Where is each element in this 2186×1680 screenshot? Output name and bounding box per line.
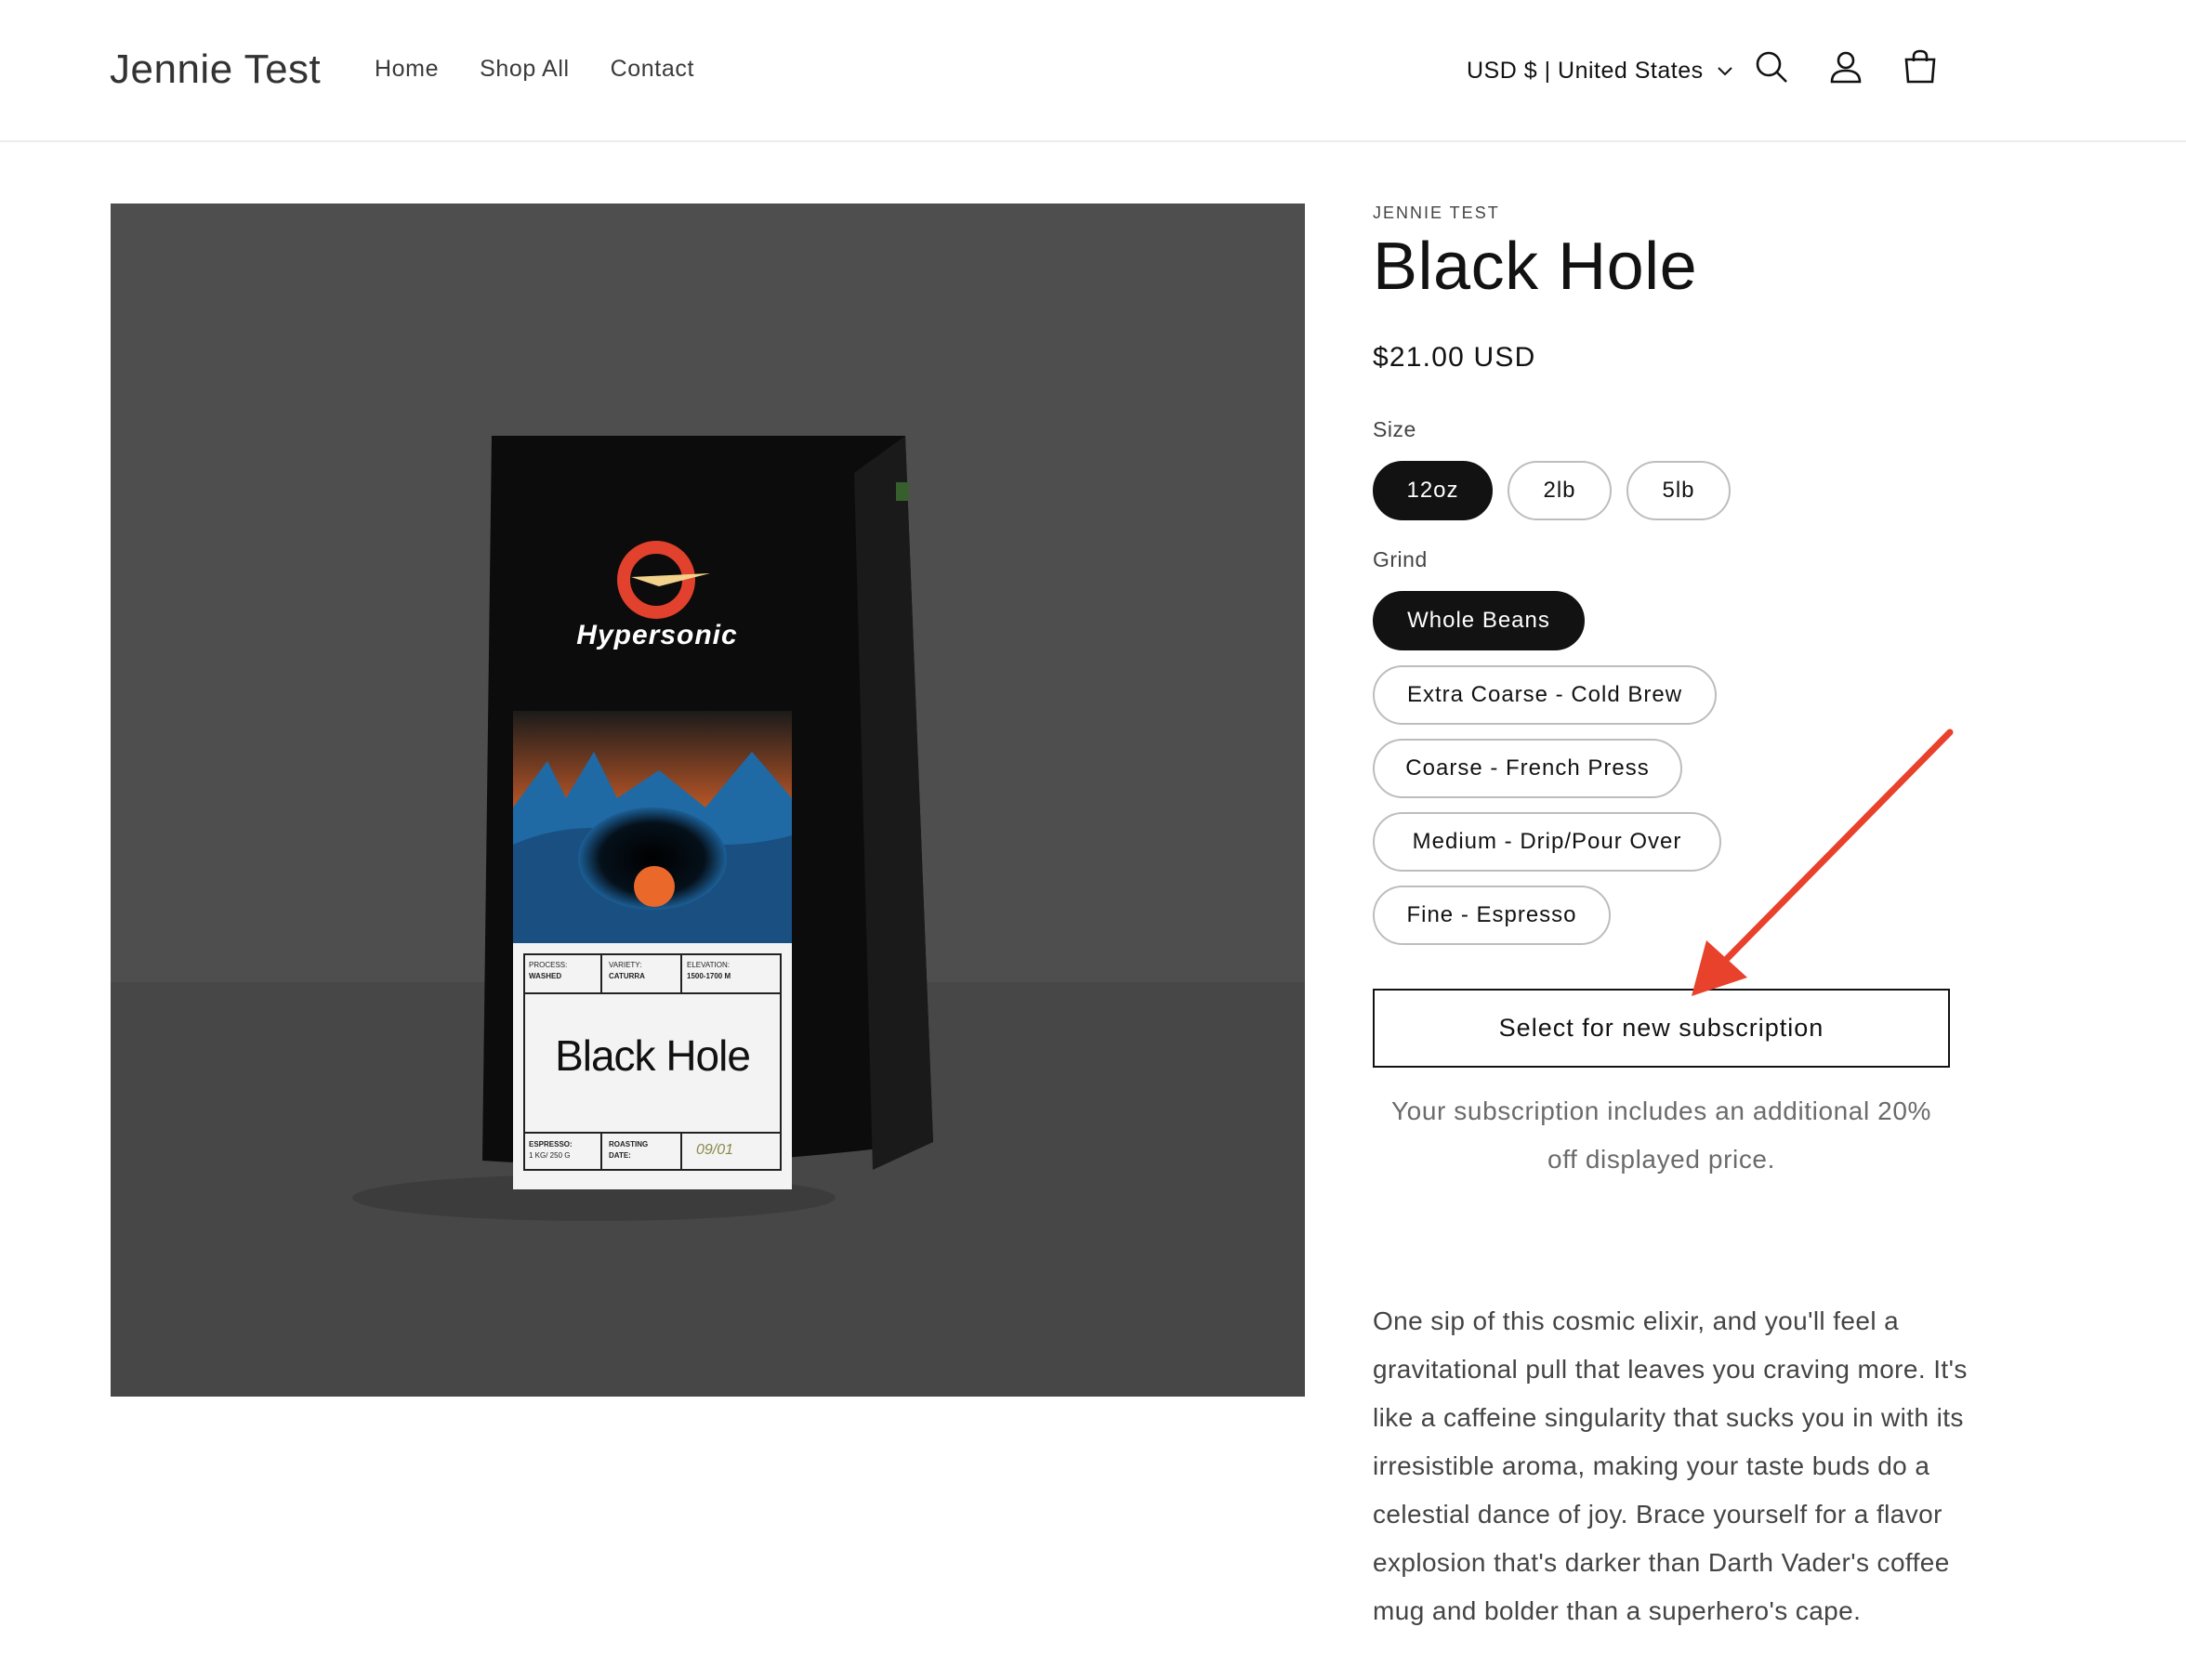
cart-icon[interactable] — [1902, 48, 1939, 85]
coffee-bag-image — [352, 436, 933, 1221]
currency-label: USD $ | United States — [1467, 58, 1704, 84]
grind-label: Grind — [1373, 547, 1428, 571]
nav-shop-all[interactable]: Shop All — [480, 56, 570, 83]
bag-process-label: PROCESS: — [529, 961, 568, 969]
bag-variety-label: VARIETY: — [609, 961, 642, 969]
chevron-down-icon — [1717, 66, 1732, 75]
currency-selector[interactable]: USD $ | United States — [1467, 58, 1733, 85]
bag-name-text: Black Hole — [555, 1031, 751, 1080]
grind-option-coarse[interactable]: Coarse - French Press — [1373, 739, 1682, 798]
search-icon[interactable] — [1753, 48, 1790, 85]
size-option-5lb[interactable]: 5lb — [1626, 461, 1731, 520]
grind-option-fine[interactable]: Fine - Espresso — [1373, 886, 1611, 945]
product-price: $21.00 USD — [1373, 342, 1536, 373]
bag-brand-text: Hypersonic — [576, 620, 738, 650]
size-label: Size — [1373, 417, 1416, 441]
bag-espresso-value: 1 KG/ 250 G — [529, 1151, 571, 1160]
store-logo[interactable]: Jennie Test — [110, 46, 321, 93]
bag-roasting-label: ROASTING — [609, 1140, 649, 1148]
bag-process-value: WASHED — [529, 972, 562, 980]
bag-roasting-date-label: DATE: — [609, 1151, 631, 1160]
bag-elevation-label: ELEVATION: — [687, 961, 730, 969]
main-nav: Home Shop All Contact — [375, 56, 735, 83]
product-image[interactable]: Hypersonic PROCESS: WASHED VARIETY: CATU… — [111, 203, 1305, 1397]
bag-espresso-label: ESPRESSO: — [529, 1140, 573, 1148]
product-description: One sip of this cosmic elixir, and you'l… — [1373, 1306, 1968, 1625]
product-title: Black Hole — [1373, 230, 1698, 304]
nav-contact[interactable]: Contact — [611, 56, 694, 83]
subscription-note: Your subscription includes an additional… — [1390, 1096, 1932, 1174]
account-icon[interactable] — [1827, 48, 1864, 85]
product-vendor: JENNIE TEST — [1373, 203, 1500, 222]
annotation-arrow-icon — [1692, 728, 1954, 996]
site-header: Jennie Test Home Shop All Contact USD $ … — [0, 0, 2186, 142]
grind-option-medium[interactable]: Medium - Drip/Pour Over — [1373, 812, 1721, 872]
bag-elevation-value: 1500-1700 M — [687, 972, 731, 980]
bag-variety-value: CATURRA — [609, 972, 645, 980]
grind-option-extra-coarse[interactable]: Extra Coarse - Cold Brew — [1373, 665, 1717, 725]
bag-roasting-date: 09/01 — [696, 1142, 734, 1158]
size-option-2lb[interactable]: 2lb — [1508, 461, 1612, 520]
grind-option-whole-beans[interactable]: Whole Beans — [1373, 591, 1585, 650]
size-option-12oz[interactable]: 12oz — [1373, 461, 1493, 520]
nav-home[interactable]: Home — [375, 56, 439, 83]
